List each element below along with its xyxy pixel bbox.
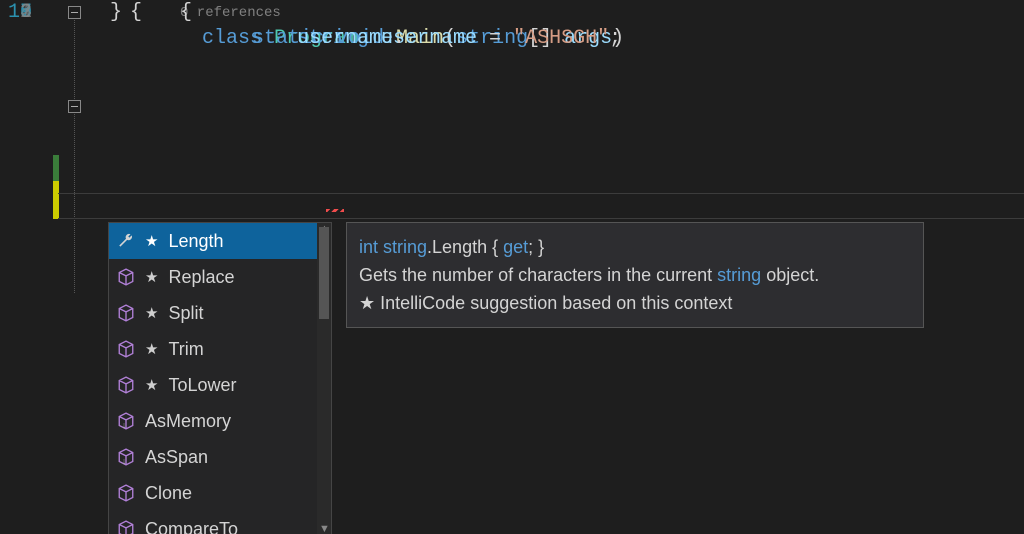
intellisense-popup[interactable]: ★ Length ★ Replace ★ Split ★ Trim ★ ToLower ↓ AsMem… (108, 222, 332, 534)
completion-label: Trim (168, 339, 203, 360)
completion-label: Length (168, 231, 223, 252)
cube-icon (117, 376, 135, 394)
wrench-icon (117, 232, 135, 250)
scroll-down-icon[interactable]: ▼ (319, 523, 329, 534)
star-icon: ★ (145, 376, 158, 394)
completion-label: AsMemory (145, 411, 231, 432)
semicolon: ; (609, 27, 621, 50)
intellicode-note: ★ IntelliCode suggestion based on this c… (359, 289, 911, 317)
dot-operator: . (393, 27, 405, 50)
completion-label: ToLower (168, 375, 236, 396)
line-number: 4 (0, 0, 32, 26)
scroll-thumb[interactable] (319, 227, 329, 319)
completion-item-clone[interactable]: Clone (109, 475, 331, 511)
cube-icon: ↓ (117, 412, 135, 430)
completion-label: AsSpan (145, 447, 208, 468)
code-editor[interactable]: 5 6 7 8 9 10 1 2 3 4 class Program { 0 r… (0, 0, 1024, 534)
operator: = (477, 27, 513, 50)
type-keyword: int (359, 237, 383, 257)
star-icon: ★ (145, 304, 158, 322)
cube-icon (117, 304, 135, 322)
completion-item-asmemory[interactable]: ↓ AsMemory (109, 403, 331, 439)
cube-icon (117, 340, 135, 358)
completion-item-split[interactable]: ★ Split (109, 295, 331, 331)
gutter: 5 6 7 8 9 10 1 2 3 4 (0, 0, 90, 534)
completion-item-asspan[interactable]: ↓ AsSpan (109, 439, 331, 475)
fold-guide (74, 8, 75, 293)
signature-tooltip: int string.Length { get; } Gets the numb… (346, 222, 924, 328)
completion-item-trim[interactable]: ★ Trim (109, 331, 331, 367)
star-icon: ★ (145, 232, 158, 250)
desc-text: object. (761, 265, 819, 285)
completion-item-length[interactable]: ★ Length (109, 223, 331, 259)
fold-toggle-icon[interactable] (68, 100, 81, 113)
scrollbar[interactable]: ▲ ▼ (317, 223, 331, 534)
keyword-get: get (503, 237, 528, 257)
star-icon: ★ (145, 268, 158, 286)
completion-item-tolower[interactable]: ★ ToLower (109, 367, 331, 403)
sig-text: .Length { (427, 237, 503, 257)
cube-icon (117, 484, 135, 502)
type-keyword: string (383, 237, 427, 257)
completion-label: CompareTo (145, 519, 238, 534)
tooltip-description: Gets the number of characters in the cur… (359, 261, 911, 289)
current-line-highlight (58, 193, 1024, 219)
error-squiggle (326, 209, 344, 212)
completion-item-replace[interactable]: ★ Replace (109, 259, 331, 295)
cube-icon (117, 520, 135, 534)
sig-text: ; } (528, 237, 544, 257)
signature-line: int string.Length { get; } (359, 233, 911, 261)
string-literal: "ASHSGH" (513, 27, 609, 50)
brace: } (110, 1, 122, 24)
completion-label: Split (168, 303, 203, 324)
change-marker-saved (53, 155, 59, 181)
type-link[interactable]: string (717, 265, 761, 285)
star-icon: ★ (145, 340, 158, 358)
cube-icon (117, 268, 135, 286)
completion-label: Clone (145, 483, 192, 504)
completion-label: Replace (168, 267, 234, 288)
completion-item-compareto[interactable]: CompareTo (109, 511, 331, 534)
cube-icon: ↓ (117, 448, 135, 466)
fold-toggle-icon[interactable] (68, 6, 81, 19)
desc-text: Gets the number of characters in the cur… (359, 265, 717, 285)
local-var: username (297, 27, 393, 50)
